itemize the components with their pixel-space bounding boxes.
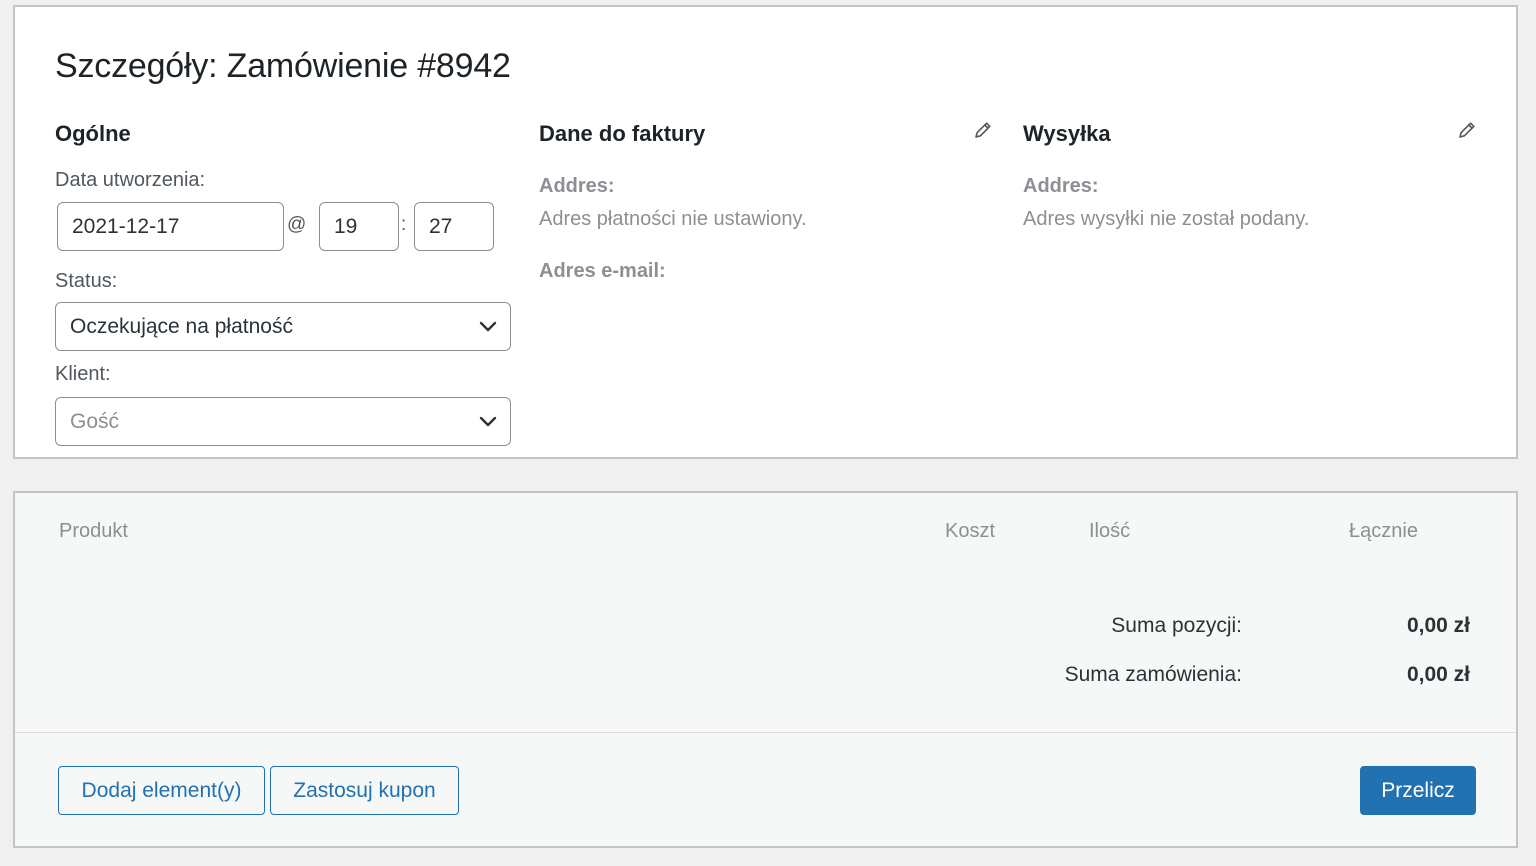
billing-address-value: Adres płatności nie ustawiony. [539,208,807,230]
billing-heading: Dane do faktury [539,121,706,146]
shipping-address-value: Adres wysyłki nie został podany. [1023,208,1310,230]
status-select-value: Oczekujące na płatność [70,314,293,338]
pencil-icon[interactable] [973,120,993,140]
chevron-down-icon [479,416,497,427]
general-heading: Ogólne [55,121,131,146]
order-minute-value: 27 [429,214,453,238]
order-date-value: 2021-12-17 [72,214,180,238]
status-label: Status: [55,270,118,292]
apply-coupon-button[interactable]: Zastosuj kupon [270,766,459,815]
column-header-cost: Koszt [945,520,996,542]
shipping-address-label: Addres: [1023,175,1099,197]
customer-select-value: Gość [70,409,120,433]
order-hour-value: 19 [334,214,358,238]
page-title: Szczegóły: Zamówienie #8942 [55,47,511,85]
subtotal-value: 0,00 zł [1406,614,1470,637]
add-items-button[interactable]: Dodaj element(y) [58,766,265,815]
customer-label: Klient: [55,363,111,385]
at-separator: @ [287,214,307,235]
recalculate-button[interactable]: Przelicz [1360,766,1476,815]
order-items-panel: Produkt Koszt Ilość Łącznie Suma pozycji… [13,491,1518,848]
order-minute-input[interactable]: 27 [414,202,494,251]
order-date-input[interactable]: 2021-12-17 [57,202,284,251]
shipping-heading: Wysyłka [1023,121,1111,146]
order-data-panel: Szczegóły: Zamówienie #8942 Ogólne Data … [13,5,1518,459]
billing-address-label: Addres: [539,175,615,197]
column-header-product: Produkt [59,520,128,542]
billing-email-label: Adres e-mail: [539,260,666,282]
column-header-total: Łącznie [1349,520,1418,542]
items-divider [15,732,1516,733]
pencil-icon[interactable] [1457,120,1477,140]
chevron-down-icon [479,321,497,332]
date-created-label: Data utworzenia: [55,169,206,191]
colon-separator: : [401,214,407,235]
customer-select[interactable]: Gość [55,397,511,446]
order-total-value: 0,00 zł [1406,663,1470,686]
column-header-qty: Ilość [1089,520,1131,542]
order-hour-input[interactable]: 19 [319,202,399,251]
order-total-label: Suma zamówienia: [1064,663,1242,686]
subtotal-label: Suma pozycji: [1111,614,1242,637]
status-select[interactable]: Oczekujące na płatność [55,302,511,351]
